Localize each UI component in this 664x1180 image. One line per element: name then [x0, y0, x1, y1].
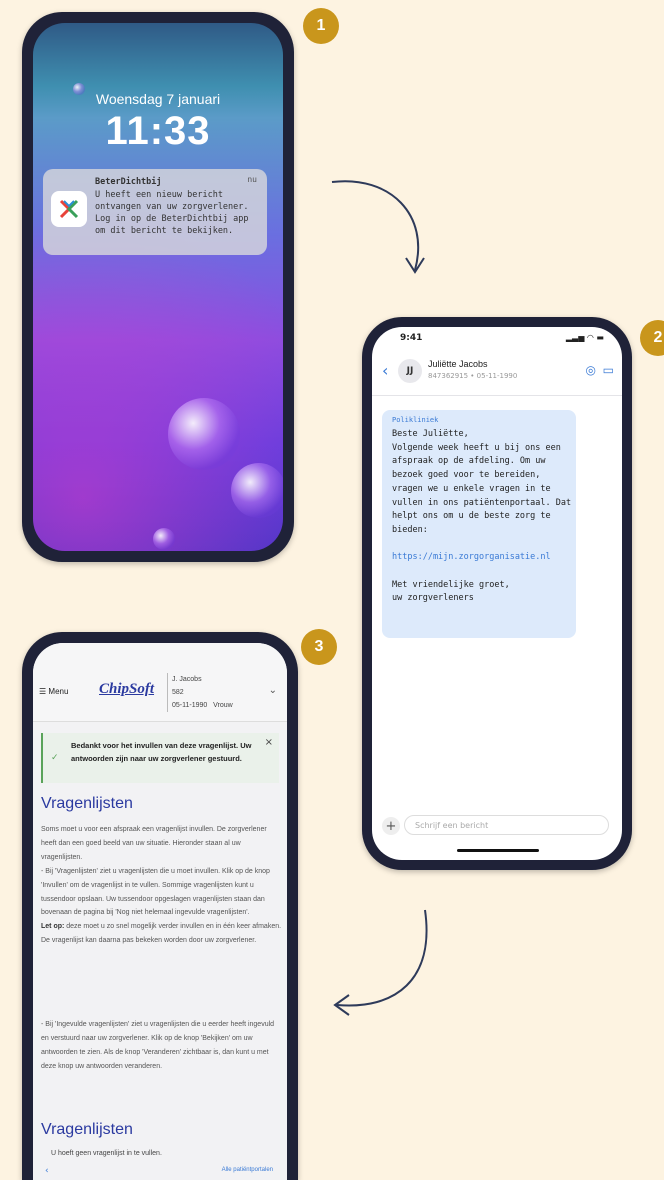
intro-text: Soms moet u voor een afspraak een vragen… [41, 823, 283, 948]
notification-card[interactable]: BeterDichtbij nu U heeft een nieuw beric… [43, 169, 267, 255]
arrow-to-step-3 [333, 909, 428, 1016]
all-portals-link[interactable]: Alle patiëntportalen [222, 1167, 273, 1173]
message-body-1: Beste Juliëtte, Volgende week heeft u bi… [392, 429, 572, 535]
chipsoft-logo: ChipSoft [99, 681, 155, 697]
patient-number: 582 [172, 689, 184, 696]
empty-state-text: U hoeft geen vragenlijst in te vullen. [51, 1150, 162, 1157]
message-text: Beste Juliëtte, Volgende week heeft u bi… [392, 428, 572, 606]
lockscreen: Woensdag 7 januari 11:33 BeterDichtbij n… [33, 23, 283, 551]
decor-bubble [231, 463, 283, 518]
beterdichtbij-app-icon [51, 191, 87, 227]
message-sender: Polikliniek [392, 416, 439, 424]
phone-chat: 9:41 ▂▃▅ ◠ ▬ ‹ JJ Juliëtte Jacobs 847362… [362, 317, 632, 870]
decor-bubble [153, 528, 175, 550]
menu-label: Menu [48, 687, 69, 696]
section-title: Vragenlijsten [41, 1121, 133, 1138]
contact-name[interactable]: Juliëtte Jacobs [428, 359, 488, 369]
lock-date: Woensdag 7 januari [95, 91, 221, 107]
step-badge-1: 1 [303, 8, 339, 44]
note-label: Let op: [41, 923, 65, 931]
notification-app-name: BeterDichtbij [95, 177, 162, 187]
success-alert: ✓ Bedankt voor het invullen van deze vra… [41, 733, 279, 783]
back-chevron-icon[interactable]: ‹ [382, 361, 388, 380]
avatar: JJ [398, 359, 422, 383]
menu-button[interactable]: ☰ Menu [39, 687, 68, 696]
arrow-to-step-2 [331, 180, 425, 274]
lock-time: 11:33 [105, 109, 211, 153]
patient-name: J. Jacobs [172, 676, 202, 683]
step-badge-2: 2 [640, 320, 664, 356]
chat-header: ‹ JJ Juliëtte Jacobs 847362915 • 05-11-1… [372, 353, 622, 396]
phone-portal: ☰ Menu ChipSoft J. Jacobs 582 05-11-1990… [22, 632, 298, 1180]
message-input[interactable]: Schrijf een bericht [404, 815, 609, 835]
patient-dob: 05-11-1990 [172, 702, 208, 709]
add-attachment-button[interactable]: + [382, 817, 400, 835]
message-bubble: Polikliniek Beste Juliëtte, Volgende wee… [382, 410, 576, 638]
home-indicator [457, 849, 539, 852]
back-chevron-icon[interactable]: ‹ [45, 1166, 49, 1176]
contact-subtitle: 847362915 • 05-11-1990 [428, 372, 518, 380]
patient-gender: Vrouw [213, 702, 233, 709]
chat-screen: 9:41 ▂▃▅ ◠ ▬ ‹ JJ Juliëtte Jacobs 847362… [372, 327, 622, 860]
page-title: Vragenlijsten [41, 795, 133, 812]
portal-screen: ☰ Menu ChipSoft J. Jacobs 582 05-11-1990… [33, 643, 287, 1180]
intro-paragraph: Soms moet u voor een afspraak een vragen… [41, 826, 270, 917]
notification-body: U heeft een nieuw bericht ontvangen van … [95, 190, 249, 236]
filled-info-text: - Bij 'Ingevulde vragenlijsten' ziet u v… [41, 1021, 275, 1070]
phone-lockscreen: Woensdag 7 januari 11:33 BeterDichtbij n… [22, 12, 294, 562]
portal-link[interactable]: https://mijn.zorgorganisatie.nl [392, 552, 551, 562]
video-call-icon[interactable]: ▭ [603, 363, 614, 377]
chevron-down-icon[interactable]: ⌄ [269, 685, 277, 696]
note-text: deze moet u zo snel mogelijk verder invu… [41, 923, 282, 945]
portal-header: ☰ Menu ChipSoft J. Jacobs 582 05-11-1990… [33, 643, 287, 722]
patient-info[interactable]: J. Jacobs 582 05-11-1990 Vrouw [167, 673, 268, 712]
close-icon[interactable]: × [265, 737, 273, 748]
check-icon: ✓ [51, 753, 59, 763]
status-icons: ▂▃▅ ◠ ▬ [565, 333, 604, 342]
step-badge-3: 3 [301, 629, 337, 665]
notification-time: nu [247, 175, 257, 184]
check-circle-icon[interactable]: ◎ [586, 363, 596, 377]
message-body-2: Met vriendelijke groet, uw zorgverleners [392, 579, 510, 604]
status-time: 9:41 [400, 333, 423, 343]
decor-bubble [168, 398, 240, 470]
alert-text: Bedankt voor het invullen van deze vrage… [71, 741, 252, 763]
